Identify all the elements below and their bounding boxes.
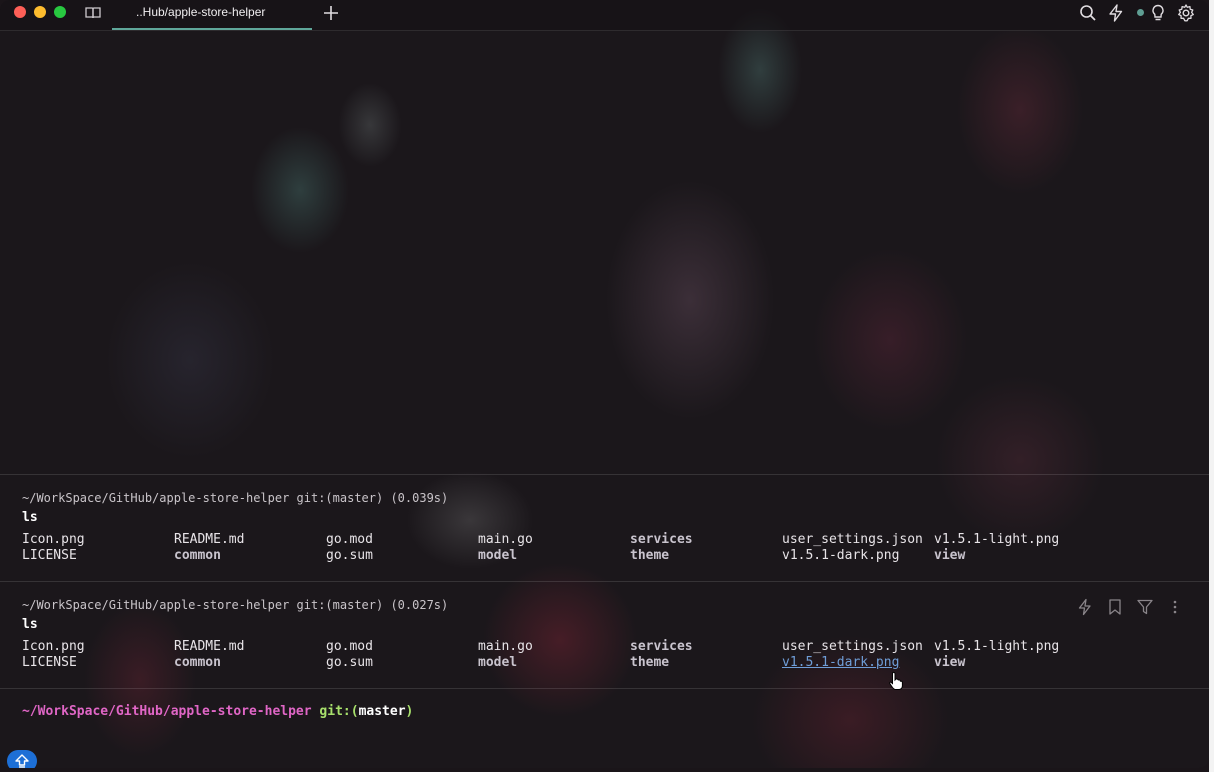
directory-entry[interactable]: common bbox=[174, 655, 221, 671]
minimize-window-button[interactable] bbox=[34, 6, 46, 18]
block-actions bbox=[1076, 598, 1186, 616]
block-separator bbox=[0, 474, 1209, 475]
directory-entry[interactable]: theme bbox=[630, 655, 669, 671]
file-entry[interactable]: main.go bbox=[478, 639, 533, 655]
status-dot bbox=[1137, 9, 1144, 16]
file-link-hovered[interactable]: v1.5.1-dark.png bbox=[782, 655, 899, 671]
file-entry[interactable]: README.md bbox=[174, 532, 244, 548]
block-separator bbox=[0, 581, 1209, 582]
file-entry[interactable]: Icon.png bbox=[22, 639, 85, 655]
block-command: ls bbox=[22, 617, 38, 632]
ls-output-row: Icon.png README.md go.mod main.go servic… bbox=[22, 532, 1202, 548]
close-window-button[interactable] bbox=[14, 6, 26, 18]
plus-icon[interactable] bbox=[322, 4, 340, 22]
zoom-window-button[interactable] bbox=[54, 6, 66, 18]
terminal-window: ..Hub/apple-store-helper ~/WorkSpace/Git… bbox=[0, 0, 1209, 768]
book-icon[interactable] bbox=[84, 4, 102, 22]
file-entry[interactable]: go.mod bbox=[326, 639, 373, 655]
desktop-edge bbox=[1209, 0, 1214, 772]
title-bar: ..Hub/apple-store-helper bbox=[0, 0, 1209, 31]
file-entry[interactable]: v1.5.1-dark.png bbox=[782, 548, 899, 564]
file-entry[interactable]: main.go bbox=[478, 532, 533, 548]
directory-entry[interactable]: view bbox=[934, 548, 965, 564]
ls-output-row: LICENSE common go.sum model theme v1.5.1… bbox=[22, 548, 1202, 564]
file-entry[interactable]: README.md bbox=[174, 639, 244, 655]
bookmark-icon[interactable] bbox=[1106, 598, 1124, 616]
block-cwd: ~/WorkSpace/GitHub/apple-store-helper gi… bbox=[22, 598, 449, 612]
filter-icon[interactable] bbox=[1136, 598, 1154, 616]
directory-entry[interactable]: common bbox=[174, 548, 221, 564]
search-icon[interactable] bbox=[1078, 3, 1098, 23]
ls-output-row: Icon.png README.md go.mod main.go servic… bbox=[22, 639, 1202, 655]
tab-apple-store-helper[interactable]: ..Hub/apple-store-helper bbox=[112, 0, 312, 30]
input-prompt[interactable]: ~/WorkSpace/GitHub/apple-store-helper gi… bbox=[22, 704, 413, 719]
upgrade-arrow-icon bbox=[15, 754, 29, 768]
command-block-1[interactable]: ~/WorkSpace/GitHub/apple-store-helper gi… bbox=[22, 489, 1202, 564]
prompt-git-label: git:( bbox=[319, 704, 359, 719]
bolt-icon[interactable] bbox=[1106, 3, 1126, 23]
directory-entry[interactable]: services bbox=[630, 532, 693, 548]
directory-entry[interactable]: model bbox=[478, 655, 517, 671]
file-entry[interactable]: Icon.png bbox=[22, 532, 85, 548]
directory-entry[interactable]: view bbox=[934, 655, 965, 671]
more-vertical-icon[interactable] bbox=[1166, 598, 1184, 616]
lightbulb-icon[interactable] bbox=[1148, 3, 1168, 23]
prompt-git-close: ) bbox=[405, 704, 414, 719]
file-entry[interactable]: v1.5.1-light.png bbox=[934, 639, 1059, 655]
prompt-branch: master bbox=[358, 704, 406, 719]
file-entry[interactable]: LICENSE bbox=[22, 655, 77, 671]
tab-title: ..Hub/apple-store-helper bbox=[136, 5, 266, 19]
file-entry[interactable]: LICENSE bbox=[22, 548, 77, 564]
directory-entry[interactable]: services bbox=[630, 639, 693, 655]
ls-output-row: LICENSE common go.sum model theme v1.5.1… bbox=[22, 655, 1202, 671]
pointer-hand-icon bbox=[889, 671, 903, 690]
block-command: ls bbox=[22, 510, 38, 525]
gear-icon[interactable] bbox=[1176, 3, 1196, 23]
file-entry[interactable]: go.sum bbox=[326, 655, 373, 671]
directory-entry[interactable]: model bbox=[478, 548, 517, 564]
file-entry[interactable]: user_settings.json bbox=[782, 532, 923, 548]
file-entry[interactable]: v1.5.1-light.png bbox=[934, 532, 1059, 548]
file-entry[interactable]: go.sum bbox=[326, 548, 373, 564]
directory-entry[interactable]: theme bbox=[630, 548, 669, 564]
prompt-path: ~/WorkSpace/GitHub/apple-store-helper bbox=[22, 704, 312, 719]
upgrade-badge[interactable] bbox=[7, 750, 37, 768]
file-entry[interactable]: user_settings.json bbox=[782, 639, 923, 655]
bolt-icon[interactable] bbox=[1076, 598, 1094, 616]
block-separator bbox=[0, 688, 1209, 689]
file-entry[interactable]: go.mod bbox=[326, 532, 373, 548]
block-cwd: ~/WorkSpace/GitHub/apple-store-helper gi… bbox=[22, 491, 449, 505]
command-block-2[interactable]: ~/WorkSpace/GitHub/apple-store-helper gi… bbox=[22, 596, 1202, 671]
active-tab-indicator bbox=[112, 28, 312, 30]
